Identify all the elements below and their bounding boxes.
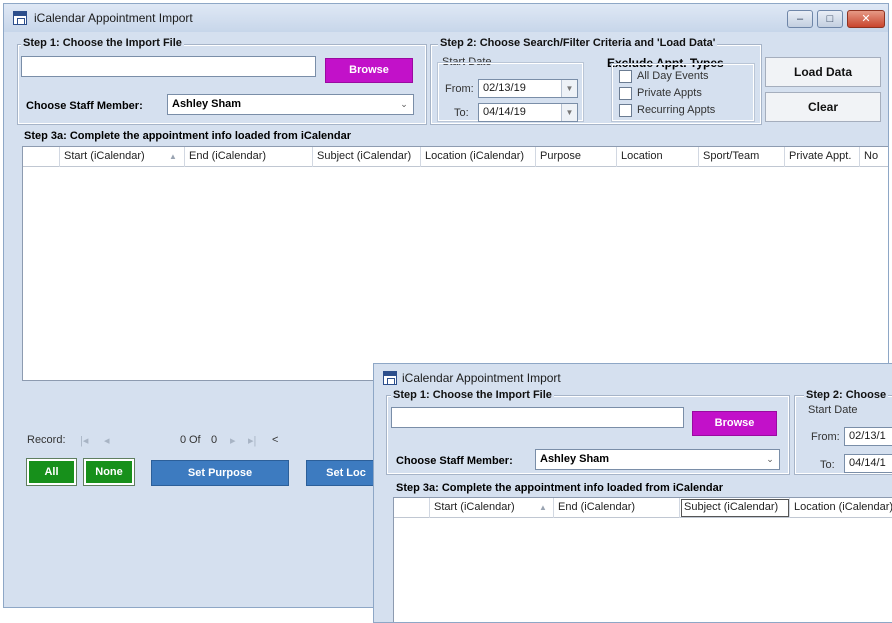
col-location-icalendar[interactable]: Location (iCalendar) <box>790 498 892 518</box>
dropdown-arrow-icon: ⌄ <box>766 454 774 464</box>
col-subject-icalendar[interactable]: Subject (iCalendar) <box>680 498 790 518</box>
col-end-icalendar[interactable]: End (iCalendar) <box>554 498 680 518</box>
maximize-button[interactable]: □ <box>817 10 843 28</box>
col-location-icalendar[interactable]: Location (iCalendar) <box>421 147 536 167</box>
checkbox-private-appts[interactable] <box>619 87 632 100</box>
step1-title: Step 1: Choose the Import File <box>391 389 554 401</box>
browse-button[interactable]: Browse <box>325 58 413 83</box>
from-date-value: 02/13/19 <box>483 82 526 94</box>
from-date-field[interactable]: 02/13/19 ▼ <box>478 79 578 98</box>
clear-button[interactable]: Clear <box>765 92 881 122</box>
private-appts-label: Private Appts <box>637 87 702 99</box>
grid-header: Start (iCalendar) ▲ End (iCalendar) Subj… <box>23 147 888 167</box>
col-subject-icalendar[interactable]: Subject (iCalendar) <box>313 147 421 167</box>
from-label: From: <box>445 83 474 95</box>
staff-member-value: Ashley Sham <box>540 453 610 465</box>
step2-title: Step 2: Choose Search/Filter Criteria an… <box>438 37 718 49</box>
app-calendar-icon <box>383 371 397 385</box>
col-private-appt[interactable]: Private Appt. <box>785 147 860 167</box>
record-navigator: Record: |◂ ◂ 0 Of 0 ▸ ▸| < <box>24 434 384 450</box>
record-label: Record: <box>27 434 66 446</box>
col-start-icalendar[interactable]: Start (iCalendar) <box>60 147 185 167</box>
col-purpose[interactable]: Purpose <box>536 147 617 167</box>
from-date-field[interactable]: 02/13/1 <box>844 427 892 446</box>
col-end-icalendar[interactable]: End (iCalendar) <box>185 147 313 167</box>
select-all-button[interactable]: All <box>26 458 77 486</box>
col-location[interactable]: Location <box>617 147 699 167</box>
staff-member-label: Choose Staff Member: <box>396 455 513 467</box>
to-label: To: <box>454 107 469 119</box>
appointments-grid[interactable]: Start (iCalendar) ▲ End (iCalendar) Subj… <box>393 497 892 622</box>
to-date-field[interactable]: 04/14/1 <box>844 454 892 473</box>
staff-member-select[interactable]: Ashley Sham ⌄ <box>167 94 414 115</box>
col-notes[interactable]: No <box>860 147 888 167</box>
step1-title: Step 1: Choose the Import File <box>21 37 184 49</box>
to-date-value: 04/14/1 <box>849 457 886 469</box>
close-button[interactable]: ✕ <box>847 10 885 28</box>
start-date-label: Start Date <box>808 404 858 416</box>
import-file-input[interactable] <box>21 56 316 77</box>
record-total: 0 <box>211 434 218 446</box>
row-header-cell <box>394 498 430 518</box>
to-date-field[interactable]: 04/14/19 ▼ <box>478 103 578 122</box>
window-title: iCalendar Appointment Import <box>402 371 561 385</box>
recurring-appts-label: Recurring Appts <box>637 104 716 116</box>
to-date-value: 04/14/19 <box>483 106 526 118</box>
prev-record-button[interactable]: ◂ <box>104 434 110 447</box>
next-record-button[interactable]: ▸ <box>230 434 236 447</box>
from-label: From: <box>811 431 840 443</box>
browse-button[interactable]: Browse <box>692 411 777 436</box>
set-purpose-button[interactable]: Set Purpose <box>151 460 289 486</box>
to-label: To: <box>820 459 835 471</box>
col-start-icalendar[interactable]: Start (iCalendar) <box>430 498 554 518</box>
calendar-dropdown-icon[interactable]: ▼ <box>561 104 577 121</box>
minimize-button[interactable]: – <box>787 10 813 28</box>
last-record-button[interactable]: ▸| <box>248 434 256 447</box>
load-data-button[interactable]: Load Data <box>765 57 881 87</box>
select-none-button[interactable]: None <box>83 458 135 486</box>
checkbox-recurring-appts[interactable] <box>619 104 632 117</box>
staff-member-value: Ashley Sham <box>172 98 242 110</box>
app-calendar-icon <box>13 11 27 25</box>
row-header-cell <box>23 147 60 167</box>
sort-ascending-icon: ▲ <box>169 152 177 161</box>
first-record-button[interactable]: |◂ <box>80 434 88 447</box>
title-bar: iCalendar Appointment Import – □ ✕ <box>4 4 888 32</box>
scroll-left-button[interactable]: < <box>272 434 278 446</box>
step3a-title: Step 3a: Complete the appointment info l… <box>24 130 351 142</box>
staff-member-select[interactable]: Ashley Sham ⌄ <box>535 449 780 470</box>
calendar-dropdown-icon[interactable]: ▼ <box>561 80 577 97</box>
appointments-grid[interactable]: Start (iCalendar) ▲ End (iCalendar) Subj… <box>22 146 888 381</box>
col-sport-team[interactable]: Sport/Team <box>699 147 785 167</box>
checkbox-all-day-events[interactable] <box>619 70 632 83</box>
window-title: iCalendar Appointment Import <box>34 11 193 25</box>
step3a-title: Step 3a: Complete the appointment info l… <box>396 482 723 494</box>
staff-member-label: Choose Staff Member: <box>26 100 143 112</box>
import-file-input[interactable] <box>391 407 684 428</box>
sort-ascending-icon: ▲ <box>539 503 547 512</box>
import-window-foreground: iCalendar Appointment Import Step 1: Cho… <box>373 363 892 623</box>
record-current[interactable]: 0 <box>180 434 186 446</box>
record-of-label: Of <box>189 434 201 446</box>
grid-header: Start (iCalendar) ▲ End (iCalendar) Subj… <box>394 498 892 518</box>
from-date-value: 02/13/1 <box>849 430 886 442</box>
step2-title: Step 2: Choose <box>804 389 889 401</box>
dropdown-arrow-icon: ⌄ <box>400 99 408 109</box>
all-day-events-label: All Day Events <box>637 70 709 82</box>
